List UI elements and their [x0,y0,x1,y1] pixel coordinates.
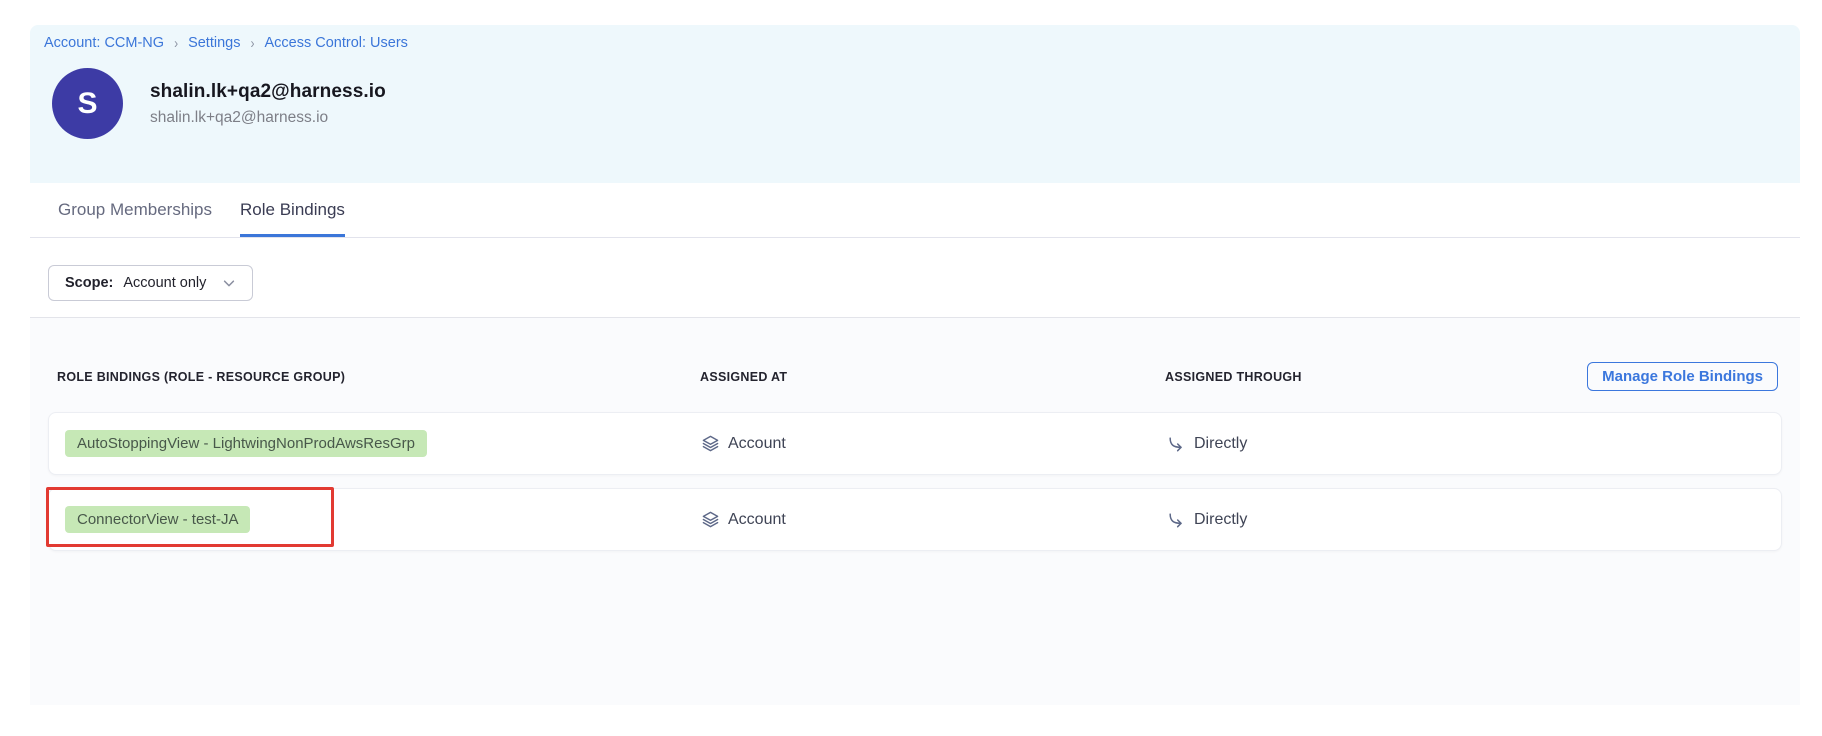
user-detail-tabs: Group Memberships Role Bindings [30,183,1800,238]
role-binding-cell: ConnectorView - test-JA [65,506,701,533]
layers-icon [701,510,720,529]
role-bindings-section: ROLE BINDINGS (ROLE - RESOURCE GROUP) AS… [30,318,1800,705]
assigned-at-text: Account [728,511,786,529]
user-title: shalin.lk+qa2@harness.io [150,81,386,103]
table-body: AutoStoppingView - LightwingNonProdAwsRe… [30,391,1800,551]
user-identity: shalin.lk+qa2@harness.io shalin.lk+qa2@h… [150,81,386,127]
column-header-role-bindings: ROLE BINDINGS (ROLE - RESOURCE GROUP) [57,370,700,384]
scope-dropdown-label: Scope: [65,275,113,291]
layers-icon [701,434,720,453]
page: Account: CCM-NG › Settings › Access Cont… [0,0,1822,736]
content-panel: Account: CCM-NG › Settings › Access Cont… [30,25,1800,705]
role-binding-badge: AutoStoppingView - LightwingNonProdAwsRe… [65,430,427,457]
avatar: S [52,68,123,139]
user-email: shalin.lk+qa2@harness.io [150,109,386,127]
tab-group-memberships[interactable]: Group Memberships [58,183,212,237]
table-row[interactable]: ConnectorView - test-JA Account Directly [48,488,1782,551]
role-binding-badge: ConnectorView - test-JA [65,506,250,533]
role-binding-cell: AutoStoppingView - LightwingNonProdAwsRe… [65,430,701,457]
column-header-assigned-at: ASSIGNED AT [700,370,1165,384]
scope-dropdown-value: Account only [123,275,206,291]
breadcrumb-account-link[interactable]: Account: CCM-NG [44,35,164,51]
breadcrumb-access-control-users-link[interactable]: Access Control: Users [264,35,407,51]
chevron-down-icon [222,276,236,290]
tab-role-bindings[interactable]: Role Bindings [240,183,345,237]
table-header-row: ROLE BINDINGS (ROLE - RESOURCE GROUP) AS… [30,318,1800,391]
branch-arrow-icon [1166,434,1186,454]
user-summary: S shalin.lk+qa2@harness.io shalin.lk+qa2… [52,68,1800,139]
assigned-at-text: Account [728,435,786,453]
assigned-at-cell: Account [701,510,1166,529]
user-detail-header: Account: CCM-NG › Settings › Access Cont… [30,25,1800,183]
breadcrumb-separator-icon: › [174,35,178,52]
assigned-through-cell: Directly [1166,510,1781,530]
breadcrumb: Account: CCM-NG › Settings › Access Cont… [44,35,1800,51]
assigned-through-cell: Directly [1166,434,1781,454]
assigned-through-text: Directly [1194,435,1247,453]
table-row[interactable]: AutoStoppingView - LightwingNonProdAwsRe… [48,412,1782,475]
branch-arrow-icon [1166,510,1186,530]
filter-row: Scope: Account only [30,238,1800,318]
breadcrumb-settings-link[interactable]: Settings [188,35,240,51]
breadcrumb-separator-icon: › [250,35,254,52]
scope-dropdown[interactable]: Scope: Account only [48,265,253,301]
manage-role-bindings-button[interactable]: Manage Role Bindings [1587,362,1778,391]
assigned-at-cell: Account [701,434,1166,453]
column-header-assigned-through: ASSIGNED THROUGH [1165,370,1587,384]
assigned-through-text: Directly [1194,511,1247,529]
